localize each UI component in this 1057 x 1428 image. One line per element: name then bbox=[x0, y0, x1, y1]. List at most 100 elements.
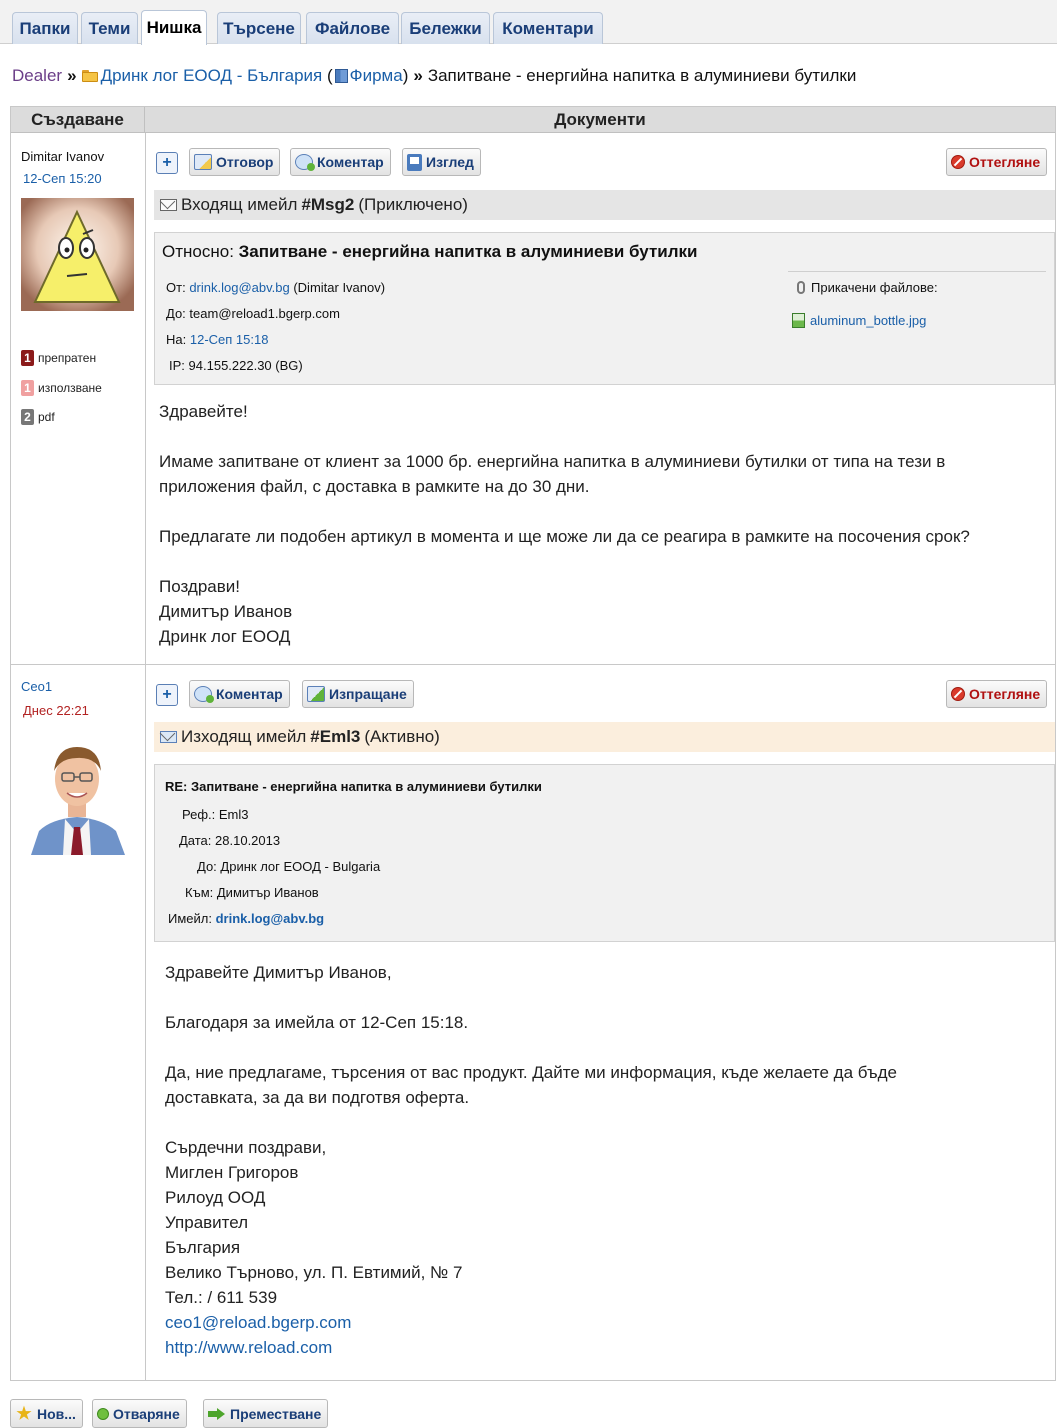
tab-files[interactable]: Файлове bbox=[306, 12, 399, 44]
attention-line: Към: Димитър Иванов bbox=[185, 885, 319, 900]
signature-email-link[interactable]: ceo1@reload.bgerp.com bbox=[165, 1313, 351, 1332]
stat-label: pdf bbox=[38, 410, 55, 424]
body-signature: Велико Търново, ул. П. Евтимий, № 7 bbox=[165, 1263, 463, 1282]
top-tabs: Папки Теми Нишка Търсене Файлове Бележки… bbox=[0, 0, 1057, 45]
subject-line: Относно: Запитване - енергийна напитка в… bbox=[162, 242, 698, 262]
expand-button[interactable]: + bbox=[156, 684, 178, 706]
tab-folders[interactable]: Папки bbox=[12, 12, 78, 44]
avatar[interactable] bbox=[21, 727, 134, 855]
breadcrumb: Dealer» Дринк лог ЕООД - България (Фирма)… bbox=[12, 66, 856, 86]
from-line: От: drink.log@abv.bg (Dimitar Ivanov) bbox=[166, 280, 385, 295]
breadcrumb-separator: » bbox=[67, 66, 77, 85]
body-signature: Управител bbox=[165, 1213, 249, 1232]
folder-icon bbox=[81, 70, 99, 82]
comment-icon bbox=[194, 686, 214, 703]
breadcrumb-firm-link[interactable]: Фирма bbox=[350, 66, 403, 85]
breadcrumb-company-link[interactable]: Дринк лог ЕООД - България bbox=[101, 66, 323, 85]
recipient-line: До: Дринк лог ЕООД - Bulgaria bbox=[197, 859, 380, 874]
attachments-label: Прикачени файлове: bbox=[797, 280, 938, 295]
building-icon bbox=[334, 69, 348, 83]
send-icon bbox=[307, 686, 325, 702]
new-button[interactable]: ★ Нов... bbox=[10, 1399, 83, 1428]
thread-table: Създаване Документи Dimitar Ivanov 12-Се… bbox=[10, 106, 1056, 1381]
view-button-label: Изглед bbox=[426, 154, 474, 170]
post-time[interactable]: 12-Сеп 15:20 bbox=[23, 171, 102, 186]
body-signature: Рилоуд ООД bbox=[165, 1188, 266, 1207]
body-signature: Дринк лог ЕООД bbox=[159, 627, 291, 646]
document-status: (Приключено) bbox=[358, 195, 468, 214]
stat-pdf[interactable]: 2 pdf bbox=[21, 409, 55, 425]
count-badge: 1 bbox=[21, 380, 34, 396]
row-divider bbox=[11, 664, 1055, 665]
post-author[interactable]: Ceo1 bbox=[21, 679, 52, 694]
from-email-link[interactable]: drink.log@abv.bg bbox=[189, 280, 289, 295]
comment-button-label: Коментар bbox=[317, 154, 384, 170]
stat-label: използване bbox=[38, 381, 102, 395]
column-header-documents: Документи bbox=[145, 107, 1055, 133]
attachment-link[interactable]: aluminum_bottle.jpg bbox=[810, 313, 926, 328]
from-name: (Dimitar Ivanov) bbox=[293, 280, 386, 295]
comment-button-label: Коментар bbox=[216, 686, 283, 702]
body-greeting: Здравейте! bbox=[159, 402, 248, 421]
ref-line: Реф.: Eml3 bbox=[182, 807, 249, 822]
view-button[interactable]: Изглед bbox=[402, 148, 481, 176]
attachment-item[interactable]: aluminum_bottle.jpg bbox=[792, 313, 926, 328]
document-type: Входящ имейл bbox=[181, 195, 298, 214]
body-signature: Миглен Григоров bbox=[165, 1163, 299, 1182]
body-signature: Димитър Иванов bbox=[159, 602, 293, 621]
subject-value: Запитване - енергийна напитка в алуминие… bbox=[238, 242, 698, 261]
send-button-label: Изпращане bbox=[329, 686, 407, 702]
stat-used[interactable]: 1 използване bbox=[21, 380, 102, 396]
ip-label: IP: bbox=[169, 358, 185, 373]
email-line: Имейл: drink.log@abv.bg bbox=[168, 911, 324, 926]
subject-label: Относно: bbox=[162, 242, 234, 261]
to-line: До: team@reload1.bgerp.com bbox=[166, 306, 340, 321]
document-title-bar[interactable]: Входящ имейл #Msg2 (Приключено) bbox=[154, 190, 1055, 220]
body-paragraph: Благодаря за имейла от 12-Сеп 15:18. bbox=[165, 1013, 469, 1032]
reject-button[interactable]: Оттегляне bbox=[946, 680, 1048, 708]
tab-notes[interactable]: Бележки bbox=[401, 12, 490, 44]
stat-label: препратен bbox=[38, 351, 97, 365]
comment-button[interactable]: Коментар bbox=[290, 148, 391, 176]
comment-button[interactable]: Коментар bbox=[189, 680, 290, 708]
tab-topics[interactable]: Теми bbox=[81, 12, 138, 44]
paperclip-icon bbox=[797, 281, 805, 294]
signature-website-link[interactable]: http://www.reload.com bbox=[165, 1338, 332, 1357]
email-body: Здравейте! Имаме запитване от клиент за … bbox=[159, 399, 1039, 649]
body-paragraph: Предлагате ли подобен артикул в момента … bbox=[159, 527, 970, 546]
tab-thread[interactable]: Нишка bbox=[141, 10, 207, 45]
avatar[interactable] bbox=[21, 198, 134, 311]
date-value[interactable]: 12-Сеп 15:18 bbox=[190, 332, 269, 347]
column-divider bbox=[145, 133, 146, 1380]
post-author[interactable]: Dimitar Ivanov bbox=[21, 149, 104, 164]
email-link[interactable]: drink.log@abv.bg bbox=[216, 911, 325, 926]
expand-button[interactable]: + bbox=[156, 152, 178, 174]
reply-icon bbox=[194, 154, 212, 170]
ref-value: Eml3 bbox=[218, 807, 249, 822]
post-time: Днес 22:21 bbox=[23, 703, 89, 718]
body-signature: Тел.: / 611 539 bbox=[165, 1288, 278, 1307]
reject-button[interactable]: Оттегляне bbox=[946, 148, 1048, 176]
reject-button-label: Оттегляне bbox=[969, 154, 1041, 170]
reject-button-label: Оттегляне bbox=[969, 686, 1041, 702]
post-meta: Ceo1 Днес 22:21 bbox=[11, 665, 145, 1381]
reply-button[interactable]: Отговор bbox=[189, 148, 281, 176]
tab-comments[interactable]: Коментари bbox=[493, 12, 603, 44]
breadcrumb-firm-open: ( bbox=[326, 66, 333, 85]
move-button[interactable]: Преместване bbox=[203, 1399, 329, 1428]
attention-value: Димитър Иванов bbox=[216, 885, 319, 900]
tab-search[interactable]: Търсене bbox=[217, 12, 301, 44]
email-header: Относно: Запитване - енергийна напитка в… bbox=[154, 232, 1055, 385]
breadcrumb-separator: » bbox=[413, 66, 423, 85]
body-signature: Сърдечни поздрави, bbox=[165, 1138, 327, 1157]
stat-forwarded[interactable]: 1 препратен bbox=[21, 350, 96, 366]
document-title-bar[interactable]: Изходящ имейл #Eml3 (Активно) bbox=[154, 722, 1055, 752]
send-button[interactable]: Изпращане bbox=[302, 680, 414, 708]
outgoing-email-icon bbox=[160, 731, 177, 743]
breadcrumb-dealer-link[interactable]: Dealer bbox=[12, 66, 62, 85]
date-line: Дата: 28.10.2013 bbox=[179, 833, 280, 848]
open-button[interactable]: Отваряне bbox=[92, 1399, 187, 1428]
date-label: Дата: bbox=[179, 833, 212, 848]
new-button-label: Нов... bbox=[37, 1405, 76, 1422]
column-header-created: Създаване bbox=[11, 107, 145, 133]
